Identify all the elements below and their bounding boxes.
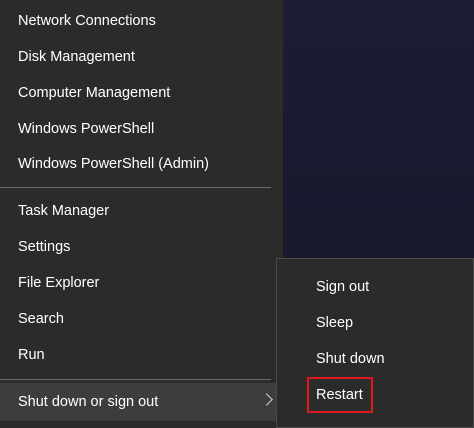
- menu-separator: [0, 187, 271, 188]
- shut-down-submenu: Sign out Sleep Shut down Restart: [276, 258, 474, 428]
- menu-item-search[interactable]: Search: [0, 301, 283, 337]
- menu-item-settings[interactable]: Settings: [0, 229, 283, 265]
- menu-item-windows-powershell-admin[interactable]: Windows PowerShell (Admin): [0, 146, 283, 182]
- chevron-right-icon: [260, 393, 273, 406]
- submenu-item-sleep[interactable]: Sleep: [277, 305, 473, 341]
- menu-separator: [0, 379, 271, 380]
- menu-item-network-connections[interactable]: Network Connections: [0, 3, 283, 39]
- menu-item-disk-management[interactable]: Disk Management: [0, 39, 283, 75]
- menu-item-shut-down-or-sign-out[interactable]: Shut down or sign out: [0, 383, 283, 421]
- submenu-item-sign-out[interactable]: Sign out: [277, 269, 473, 305]
- menu-item-computer-management[interactable]: Computer Management: [0, 75, 283, 111]
- menu-item-windows-powershell[interactable]: Windows PowerShell: [0, 111, 283, 147]
- quick-link-menu: Network Connections Disk Management Comp…: [0, 0, 283, 428]
- submenu-item-shut-down[interactable]: Shut down: [277, 341, 473, 377]
- menu-item-run[interactable]: Run: [0, 337, 283, 373]
- menu-item-task-manager[interactable]: Task Manager: [0, 193, 283, 229]
- menu-item-file-explorer[interactable]: File Explorer: [0, 265, 283, 301]
- desktop-background: Network Connections Disk Management Comp…: [0, 0, 474, 428]
- restart-highlight-box: [307, 377, 373, 413]
- menu-item-label: Shut down or sign out: [18, 394, 159, 410]
